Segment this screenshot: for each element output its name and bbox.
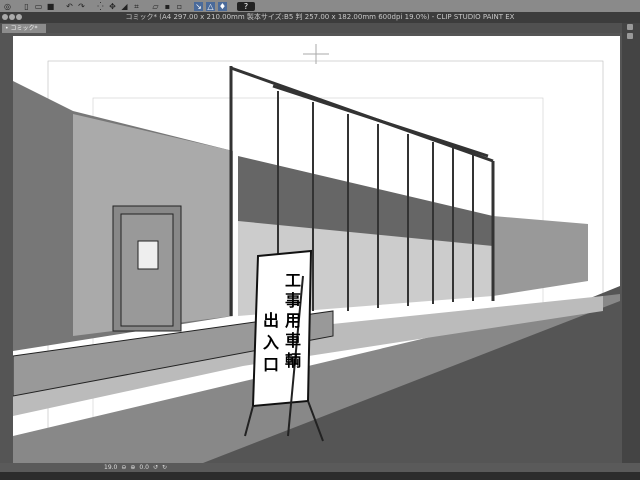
stabilizer-icon[interactable]: ♦: [218, 1, 227, 11]
crop-icon[interactable]: ⌗: [132, 2, 141, 11]
ruler-icon[interactable]: ▱: [151, 2, 160, 11]
rotation-value[interactable]: 0.0: [139, 464, 149, 471]
tab-label: コミック*: [10, 25, 38, 32]
status-bar: 19.0 ⊖ ⊕ 0.0 ↺ ↻: [0, 463, 640, 472]
tab-comic[interactable]: • コミック*: [2, 24, 46, 33]
redo-icon[interactable]: ↷: [77, 2, 86, 11]
bottom-panel: [0, 472, 640, 480]
zoom-in-icon[interactable]: ⊕: [130, 464, 135, 471]
canvas-area[interactable]: 工 事 用 車 輌 出 入 口: [0, 33, 622, 463]
maximize-icon[interactable]: [16, 14, 22, 20]
sign-char: 入: [263, 333, 279, 352]
rotate-left-icon[interactable]: ↺: [153, 464, 158, 471]
sign-char: 工: [285, 271, 301, 290]
undo-icon[interactable]: ↶: [65, 2, 74, 11]
selection-icon[interactable]: ⁛: [96, 2, 105, 11]
new-icon[interactable]: ▯: [22, 2, 31, 11]
snap-icon[interactable]: ▪: [163, 2, 172, 11]
canvas-page[interactable]: 工 事 用 車 輌 出 入 口: [13, 36, 620, 463]
save-icon[interactable]: ■: [46, 2, 55, 11]
rotate-right-icon[interactable]: ↻: [162, 464, 167, 471]
tab-bar: • コミック*: [0, 23, 640, 33]
vertical-scrollbar[interactable]: [622, 23, 640, 463]
minimize-icon[interactable]: [9, 14, 15, 20]
toolbar: ◎ ▯ ▭ ■ ↶ ↷ ⁛ ✥ ◢ ⌗ ▱ ▪ ▫ ↘ △ ♦ ?: [0, 0, 640, 12]
fence-wall-right: [493, 216, 588, 296]
window-title: コミック* (A4 297.00 x 210.00mm 製本サイズ:B5 判 2…: [125, 13, 515, 21]
scroll-down-button[interactable]: [627, 33, 633, 39]
pen-icon[interactable]: ↘: [194, 1, 203, 11]
sign-char: 口: [263, 355, 279, 374]
sign-char: 車: [285, 331, 301, 350]
sign-char: 事: [285, 291, 301, 310]
transform-icon[interactable]: ✥: [108, 2, 117, 11]
manga-illustration: 工 事 用 車 輌 出 入 口: [13, 44, 620, 463]
close-icon[interactable]: [2, 14, 8, 20]
grid-icon[interactable]: ▫: [175, 2, 184, 11]
open-icon[interactable]: ▭: [34, 2, 43, 11]
clip-studio-icon[interactable]: ◎: [3, 2, 12, 11]
title-bar: コミック* (A4 297.00 x 210.00mm 製本サイズ:B5 判 2…: [0, 12, 640, 23]
scroll-up-button[interactable]: [627, 24, 633, 30]
perspective-icon[interactable]: △: [206, 1, 215, 11]
zoom-out-icon[interactable]: ⊖: [121, 464, 126, 471]
zoom-value[interactable]: 19.0: [104, 464, 117, 471]
fill-icon[interactable]: ◢: [120, 2, 129, 11]
sign-char: 輌: [285, 351, 301, 370]
sign-char: 用: [285, 311, 301, 330]
sign-char: 出: [263, 311, 279, 330]
help-button[interactable]: ?: [237, 1, 255, 11]
